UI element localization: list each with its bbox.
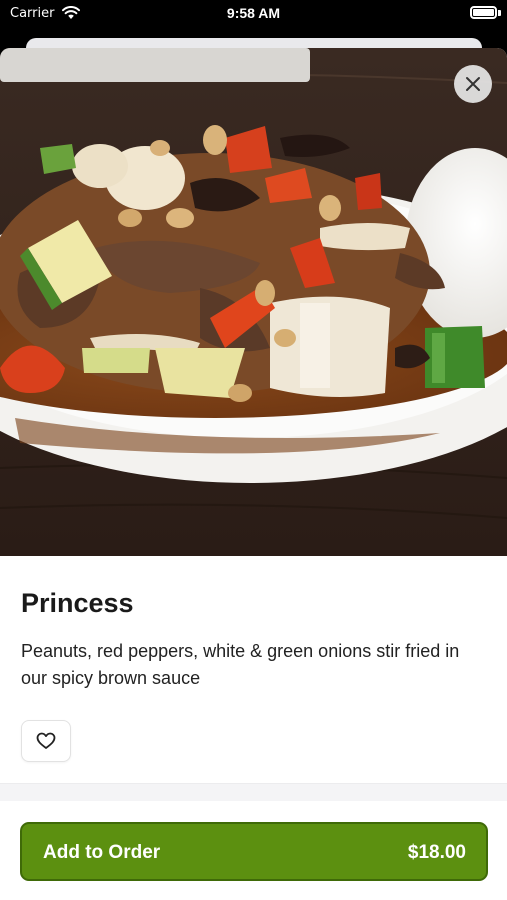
close-button[interactable] (454, 65, 492, 103)
heart-icon (36, 732, 56, 749)
item-detail-sheet: Princess Peanuts, red peppers, white & g… (0, 48, 507, 900)
item-title: Princess (21, 588, 134, 618)
food-photo (0, 48, 507, 556)
favorite-button[interactable] (21, 720, 71, 762)
battery-full-icon (470, 6, 497, 19)
add-to-order-button[interactable]: Add to Order $18.00 (20, 822, 488, 881)
add-to-order-label: Add to Order (43, 842, 161, 863)
battery-cap (498, 10, 501, 16)
status-time: 9:58 AM (226, 5, 281, 21)
close-icon (466, 77, 480, 91)
order-price: $18.00 (407, 842, 466, 863)
item-description: Peanuts, red peppers, white & green onio… (21, 641, 460, 688)
footer-bar: Add to Order $18.00 (0, 801, 507, 900)
status-bar: Carrier 9:58 AM (0, 0, 507, 30)
section-divider (0, 783, 507, 801)
